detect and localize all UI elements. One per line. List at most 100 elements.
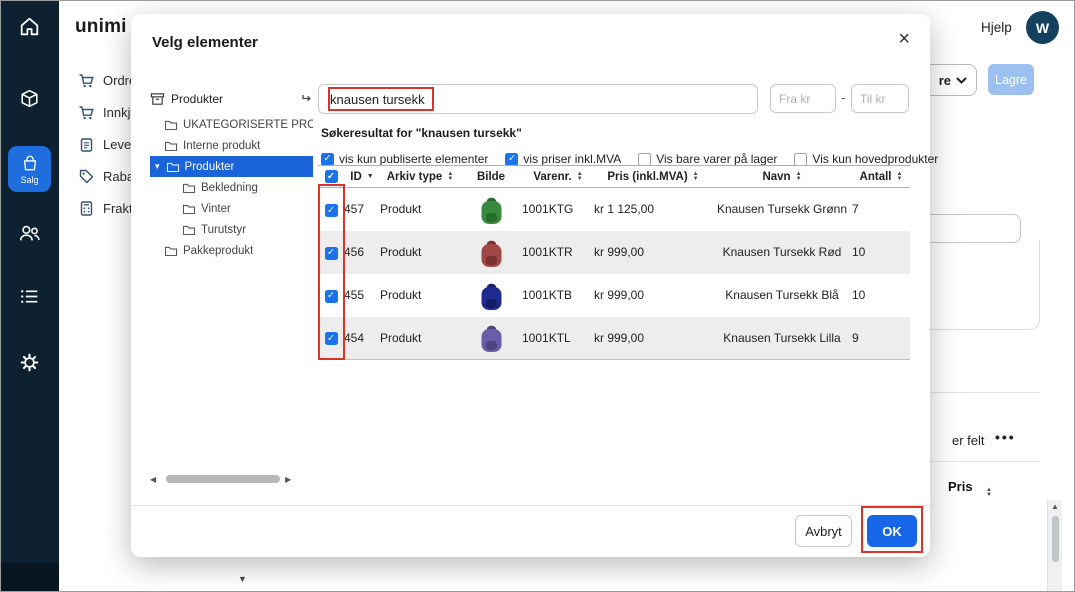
row-checkbox[interactable]: ✓ — [325, 290, 338, 303]
help-link[interactable]: Hjelp — [981, 20, 1012, 35]
folder-icon — [164, 245, 178, 257]
cell-arkiv-type: Produkt — [380, 188, 460, 231]
cancel-button[interactable]: Avbryt — [795, 515, 852, 547]
package-icon[interactable] — [17, 86, 42, 111]
price-from-input[interactable] — [770, 84, 836, 113]
results-table-body: ✓457Produkt1001KTGkr 1 125,00Knausen Tur… — [318, 188, 910, 360]
list-icon[interactable] — [17, 284, 42, 309]
folder-icon — [182, 224, 196, 236]
checkbox-icon[interactable]: ✓ — [321, 153, 334, 166]
ok-button[interactable]: OK — [867, 515, 917, 547]
cell-bilde — [460, 274, 522, 317]
right-scrollbar[interactable]: ▲ — [1047, 500, 1062, 592]
column-header[interactable]: Varenr.▲▼ — [522, 166, 594, 188]
price-to-input[interactable] — [851, 84, 909, 113]
tree-item-pakkeprodukt[interactable]: Pakkeprodukt — [150, 240, 313, 261]
search-input[interactable] — [318, 84, 758, 114]
tree-hscrollbar[interactable]: ◀ ▶ — [150, 472, 313, 486]
sort-icon[interactable]: ▲▼ — [447, 172, 453, 182]
cell-navn: Knausen Tursekk Grønn — [712, 188, 852, 231]
cell-antall: 7 — [852, 188, 910, 231]
cart-icon — [78, 104, 95, 121]
bag-icon — [20, 153, 40, 173]
filter-checkbox[interactable]: ✓vis priser inkl.MVA — [505, 152, 621, 166]
modal-footer: Avbryt OK — [131, 505, 930, 557]
product-row-457[interactable]: ✓457Produkt1001KTGkr 1 125,00Knausen Tur… — [318, 188, 910, 231]
column-header[interactable]: Arkiv type▲▼ — [380, 166, 460, 188]
tree-item-turutstyr[interactable]: Turutstyr — [150, 219, 313, 240]
filter-checkbox[interactable]: Vis bare varer på lager — [638, 152, 777, 166]
row-checkbox[interactable]: ✓ — [325, 332, 338, 345]
sort-icon[interactable]: ▲▼ — [577, 172, 583, 182]
people-icon[interactable] — [17, 220, 42, 245]
checkbox-icon[interactable] — [794, 153, 807, 166]
home-icon[interactable] — [17, 14, 42, 39]
cell-antall: 9 — [852, 317, 910, 360]
bg-pris-header[interactable]: Pris — [948, 479, 973, 494]
filter-checkbox[interactable]: ✓ vis kun publiserte elementer — [321, 152, 488, 166]
product-row-455[interactable]: ✓455Produkt1001KTBkr 999,00Knausen Turse… — [318, 274, 910, 317]
clipboard-icon — [78, 136, 95, 153]
nav-item-ordre[interactable]: Ordre — [78, 64, 136, 96]
tree-item-label: UKATEGORISERTE PRODUKTER — [183, 119, 313, 131]
gear-icon[interactable] — [17, 350, 42, 375]
more-menu[interactable]: ••• — [995, 429, 1016, 445]
filter-label: vis kun publiserte elementer — [339, 152, 488, 166]
tree-item-ukategoriserte-produkter[interactable]: UKATEGORISERTE PRODUKTER — [150, 114, 313, 135]
cart-icon — [78, 72, 95, 89]
cell-navn: Knausen Tursekk Rød — [712, 231, 852, 274]
backpack-image — [478, 280, 505, 311]
folder-icon — [182, 182, 196, 194]
tree-item-label: Interne produkt — [183, 140, 260, 152]
close-icon[interactable]: × — [898, 28, 910, 51]
filter-checkbox[interactable]: Vis kun hovedprodukter — [794, 152, 938, 166]
save-button[interactable]: Lagre — [988, 64, 1034, 95]
sort-icon[interactable]: ▲▼ — [796, 172, 802, 182]
product-row-456[interactable]: ✓456Produkt1001KTRkr 999,00Knausen Turse… — [318, 231, 910, 274]
sort-icon[interactable]: ▲▼ — [897, 172, 903, 182]
column-header[interactable]: Antall▲▼ — [852, 166, 910, 188]
column-header[interactable]: Pris (inkl.MVA)▲▼ — [594, 166, 712, 188]
sort-desc-icon[interactable]: ▼ — [367, 173, 374, 180]
sort-icon[interactable]: ▲▼ — [693, 172, 699, 182]
folder-icon — [166, 161, 180, 173]
checkbox-icon[interactable]: ✓ — [505, 153, 518, 166]
row-checkbox[interactable]: ✓ — [325, 247, 338, 260]
tree-item-produkter[interactable]: ▾Produkter — [150, 156, 313, 177]
avatar[interactable]: W — [1026, 11, 1059, 44]
cell-pris: kr 999,00 — [594, 317, 712, 360]
bg-pris-sort[interactable]: ▲▼ — [986, 478, 992, 498]
nav-item-lever[interactable]: Lever — [78, 128, 136, 160]
nav-item-frakt[interactable]: Frakt — [78, 192, 136, 224]
select-all-checkbox[interactable]: ✓ — [325, 170, 338, 183]
nav-item-innkj[interactable]: Innkj — [78, 96, 136, 128]
salg-tile[interactable]: Salg — [8, 146, 51, 192]
tree-root[interactable]: Produkter — [150, 88, 313, 110]
bottom-dropdown-icon[interactable]: ▼ — [238, 574, 247, 584]
cell-varenr: 1001KTR — [522, 231, 594, 274]
scroll-left-icon[interactable]: ◀ — [150, 475, 156, 484]
tree-item-label: Bekledning — [201, 182, 258, 194]
cell-id: 455 — [344, 274, 380, 317]
tree-item-vinter[interactable]: Vinter — [150, 198, 313, 219]
tree-item-bekledning[interactable]: Bekledning — [150, 177, 313, 198]
tree-item-interne-produkt[interactable]: Interne produkt — [150, 135, 313, 156]
scroll-up-icon[interactable]: ▲ — [1051, 502, 1059, 511]
hscroll-track[interactable] — [166, 475, 280, 483]
column-header[interactable]: ID▼ — [344, 166, 380, 188]
filter-label: Vis bare varer på lager — [656, 152, 777, 166]
product-row-454[interactable]: ✓454Produkt1001KTLkr 999,00Knausen Turse… — [318, 317, 910, 360]
brand: unimi — [75, 16, 127, 38]
checkbox-icon[interactable] — [638, 153, 651, 166]
nav-item-label: Frakt — [103, 201, 133, 216]
modal: Velg elementer × Produkter UKATEGORISERT… — [131, 14, 930, 557]
column-header[interactable]: Navn▲▼ — [712, 166, 852, 188]
collapse-all-icon[interactable] — [301, 93, 313, 105]
row-checkbox[interactable]: ✓ — [325, 204, 338, 217]
column-header[interactable]: Bilde — [460, 166, 522, 188]
scroll-right-icon[interactable]: ▶ — [285, 475, 291, 484]
nav-item-raba[interactable]: Raba — [78, 160, 136, 192]
filter-label: Vis kun hovedprodukter — [812, 152, 938, 166]
tree-item-label: Vinter — [201, 203, 231, 215]
scroll-thumb[interactable] — [1052, 516, 1059, 562]
